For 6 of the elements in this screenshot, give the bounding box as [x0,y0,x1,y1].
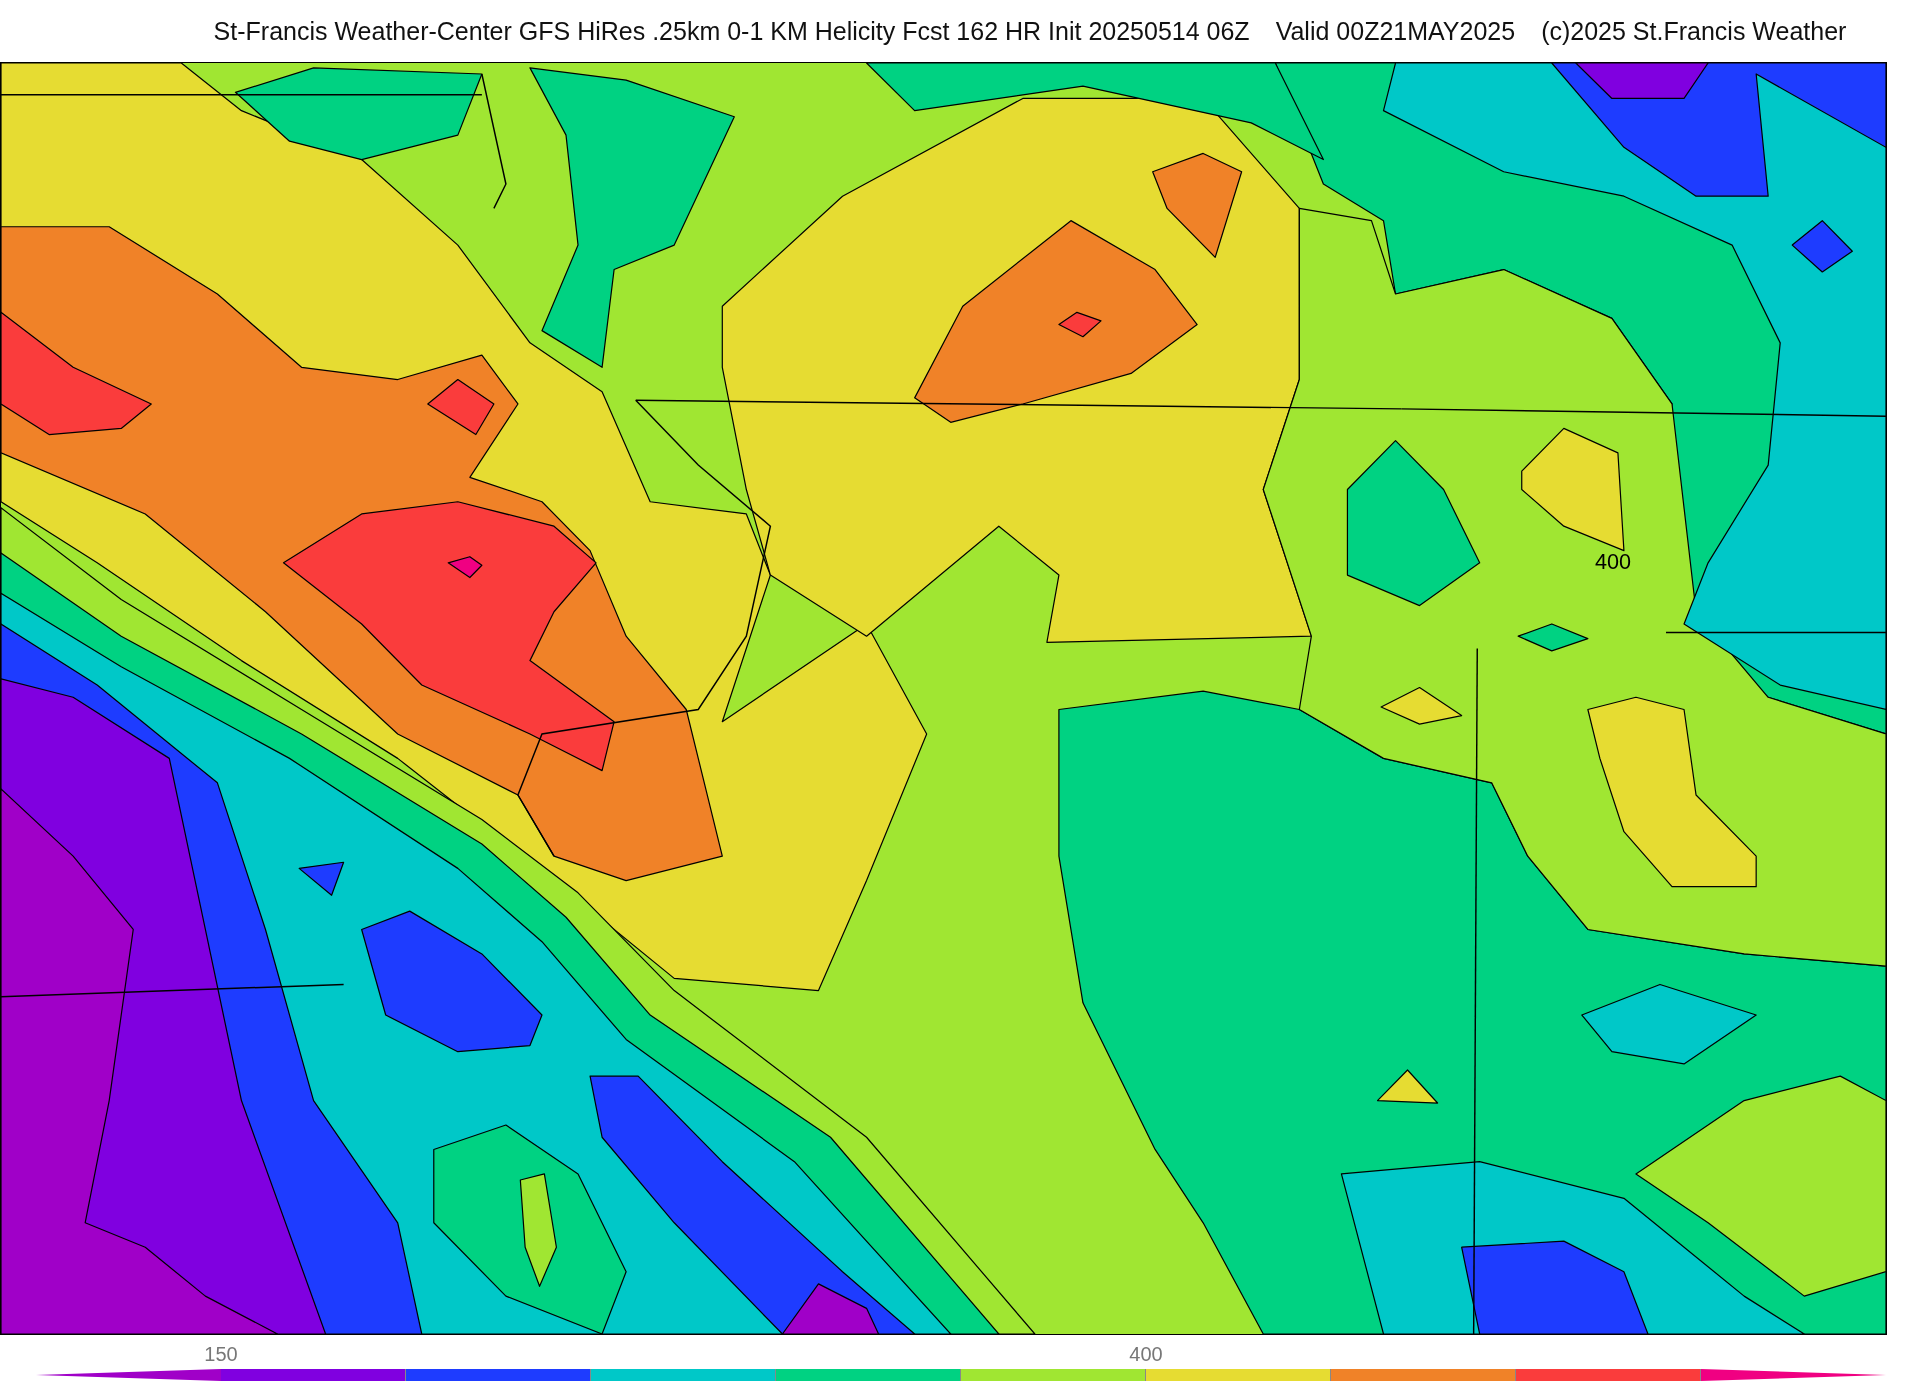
colorbar-tick-label: 400 [1129,1343,1163,1366]
valid-time: Valid 00Z21MAY2025 [1275,16,1516,46]
map-title: St-Francis Weather-Center GFS HiRes .25km 0-1 KM Helicity Fcst 162 HR Init 20250514 06Z [213,16,1250,46]
contour-label: 400 [1595,548,1632,574]
copyright-text: (c)2025 St.Francis Weather [1541,16,1847,46]
colorbar-tick-label: 150 [204,1343,238,1366]
